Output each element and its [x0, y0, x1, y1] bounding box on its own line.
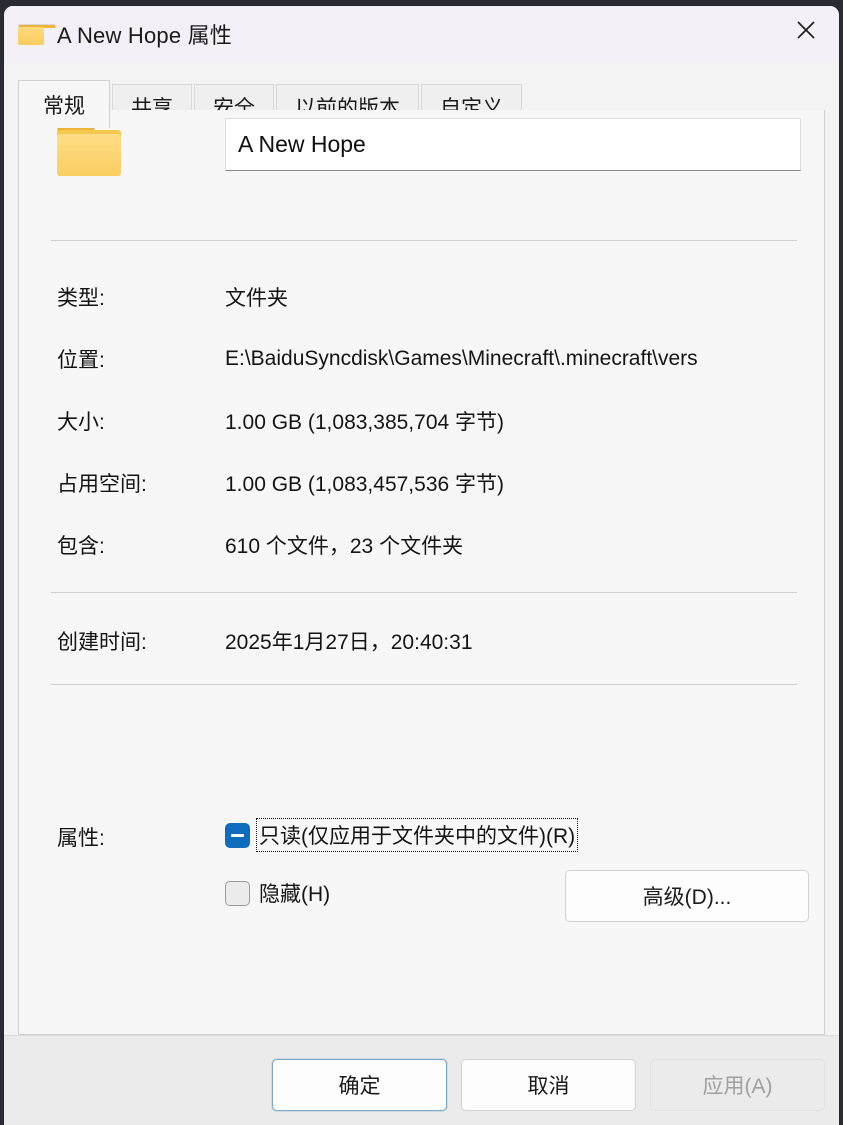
row-contains-value: 610 个文件，23 个文件夹 — [225, 535, 464, 558]
tab-label: 常规 — [43, 94, 85, 118]
row-created-label: 创建时间: — [57, 631, 147, 654]
close-button[interactable] — [773, 6, 839, 53]
divider-3 — [51, 684, 797, 685]
hidden-checkbox-label: 隐藏(H) — [259, 883, 331, 906]
dialog-footer: 确定 取消 应用(A) — [4, 1035, 839, 1125]
folder-icon — [18, 23, 56, 45]
row-type-value: 文件夹 — [225, 287, 288, 310]
folder-name-row: A New Hope — [19, 110, 824, 208]
general-tab-panel: A New Hope 类型: 文件夹 位置: E:\BaiduSyncdisk\… — [18, 110, 825, 1035]
divider-2 — [51, 592, 797, 593]
row-size-on-disk: 占用空间: 1.00 GB (1,083,457,536 字节) — [19, 466, 824, 500]
readonly-checkbox[interactable] — [225, 822, 250, 848]
hidden-checkbox[interactable] — [225, 880, 250, 906]
title-bar: A New Hope 属性 — [4, 6, 839, 62]
row-size-on-disk-value: 1.00 GB (1,083,457,536 字节) — [225, 473, 504, 496]
row-created-value: 2025年1月27日，20:40:31 — [225, 631, 473, 654]
cancel-button[interactable]: 取消 — [461, 1059, 636, 1111]
window-title: A New Hope 属性 — [57, 23, 233, 48]
footer-button-group: 确定 取消 应用(A) — [272, 1059, 825, 1111]
row-contains-label: 包含: — [57, 535, 105, 558]
folder-icon-large — [57, 124, 121, 176]
folder-name-input[interactable]: A New Hope — [225, 118, 801, 171]
screen: A New Hope 属性 常规 共享 安全 以前的版本 自定义 A New H… — [0, 0, 843, 1125]
row-size: 大小: 1.00 GB (1,083,385,704 字节) — [19, 404, 824, 438]
properties-window: A New Hope 属性 常规 共享 安全 以前的版本 自定义 A New H… — [4, 6, 839, 1125]
row-size-label: 大小: — [57, 411, 105, 434]
readonly-checkbox-label: 只读(仅应用于文件夹中的文件)(R) — [255, 818, 579, 852]
divider-1 — [51, 240, 797, 241]
advanced-button[interactable]: 高级(D)... — [565, 870, 809, 922]
ok-button[interactable]: 确定 — [272, 1059, 447, 1111]
row-created: 创建时间: 2025年1月27日，20:40:31 — [19, 624, 824, 658]
close-icon — [797, 20, 815, 39]
row-type: 类型: 文件夹 — [19, 280, 824, 314]
hidden-checkbox-row[interactable]: 隐藏(H) — [225, 878, 332, 908]
row-contains: 包含: 610 个文件，23 个文件夹 — [19, 528, 824, 562]
apply-button: 应用(A) — [650, 1059, 825, 1111]
row-size-value: 1.00 GB (1,083,385,704 字节) — [225, 411, 504, 434]
row-location: 位置: E:\BaiduSyncdisk\Games\Minecraft\.mi… — [19, 342, 824, 376]
tab-general[interactable]: 常规 — [18, 80, 110, 128]
row-location-label: 位置: — [57, 349, 105, 372]
readonly-checkbox-row[interactable]: 只读(仅应用于文件夹中的文件)(R) — [225, 818, 579, 852]
row-size-on-disk-label: 占用空间: — [57, 473, 147, 496]
row-type-label: 类型: — [57, 287, 105, 310]
attributes-label: 属性: — [57, 827, 105, 850]
title-bar-left: A New Hope 属性 — [18, 6, 232, 62]
row-location-value: E:\BaiduSyncdisk\Games\Minecraft\.minecr… — [225, 347, 698, 370]
